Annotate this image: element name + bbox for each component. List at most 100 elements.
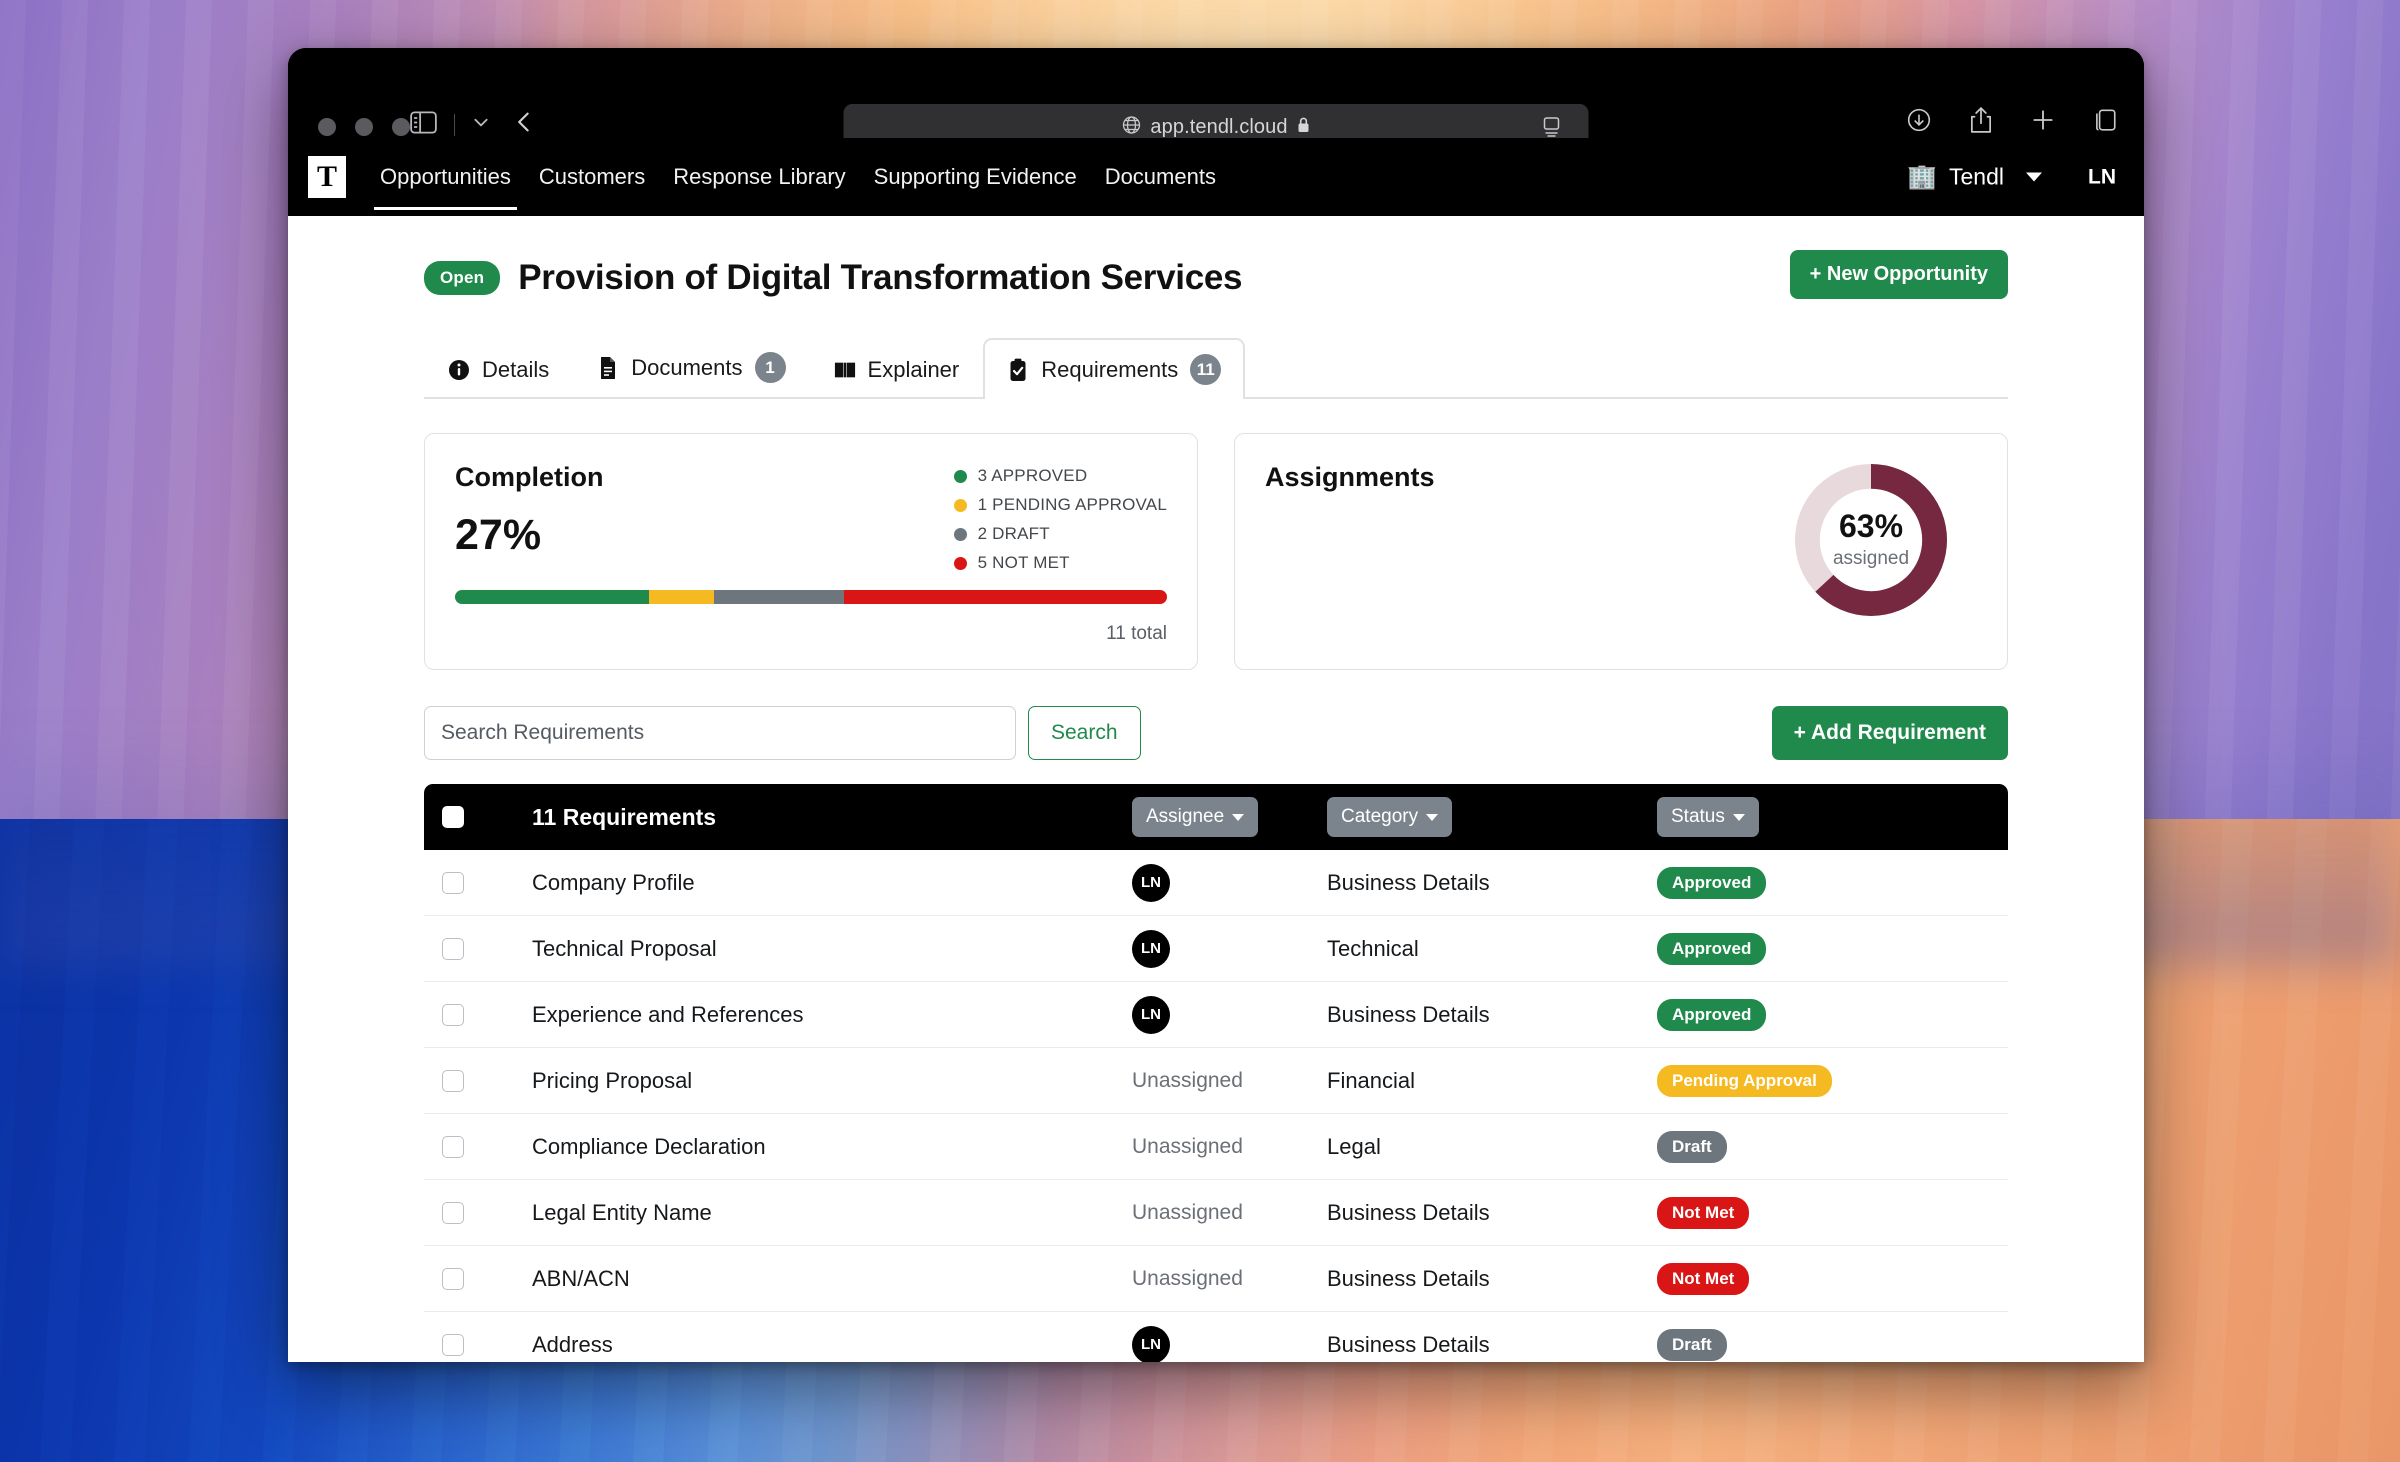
table-row[interactable]: Address LN Business Details Draft [424,1312,2008,1362]
table-row[interactable]: Legal Entity Name Unassigned Business Deta… [424,1180,2008,1246]
nav-link-customers[interactable]: Customers [525,142,659,212]
tab-documents[interactable]: Documents 1 [573,336,809,397]
downloads-icon[interactable] [1906,106,1932,139]
table-row[interactable]: Experience and References LN Business Deta… [424,982,2008,1048]
assignee-cell[interactable]: Unassigned [1132,1069,1327,1093]
category-cell: Business Details [1327,1331,1490,1357]
requirement-name[interactable]: ABN/ACN [532,1266,1132,1292]
legend-label: 1 PENDING APPROVAL [977,495,1167,514]
org-switcher[interactable]: 🏢 Tendl [1907,164,2004,191]
category-cell: Technical [1327,935,1419,961]
status-cell: Approved [1657,932,2008,965]
requirement-name[interactable]: Experience and References [532,1002,1132,1028]
nav-link-supporting-evidence[interactable]: Supporting Evidence [860,142,1091,212]
browser-window: app.tendl.cloud T Opportunities Customer… [288,48,2144,1362]
app-logo[interactable]: T [308,156,346,198]
row-checkbox[interactable] [442,937,464,960]
requirement-name[interactable]: Legal Entity Name [532,1200,1132,1226]
table-row[interactable]: Pricing Proposal Unassigned Financial Pendi… [424,1048,2008,1114]
nav-link-opportunities[interactable]: Opportunities [366,142,525,212]
share-icon[interactable] [1968,106,1994,139]
row-checkbox[interactable] [442,1069,464,1092]
window-traffic-lights[interactable] [318,118,410,136]
row-select-cell [442,1135,532,1158]
table-row[interactable]: Company Profile LN Business Details Approve… [424,850,2008,916]
assignee-cell[interactable]: Unassigned [1132,1267,1327,1291]
status-cell: Not Met [1657,1196,2008,1229]
table-row[interactable]: Technical Proposal LN Technical Approved [424,916,2008,982]
chevron-down-icon [1232,813,1245,821]
assignments-sublabel: assigned [1832,547,1910,569]
requirement-name[interactable]: Address [532,1332,1132,1358]
tab-bar: Details Documents 1 Explainer Requiremen… [424,336,2008,399]
status-cell: Pending Approval [1657,1064,2008,1097]
assignee-filter-button[interactable]: Assignee [1132,797,1259,837]
row-checkbox[interactable] [442,871,464,894]
avatar: LN [1132,929,1170,968]
tab-label: Requirements [1041,356,1179,382]
chevron-down-icon[interactable] [2026,172,2042,182]
toolbar-divider [454,113,455,136]
row-checkbox[interactable] [442,1333,464,1356]
status-filter-button[interactable]: Status [1657,797,1759,837]
completion-legend: 3 APPROVED 1 PENDING APPROVAL 2 DRAFT 5 … [953,466,1167,573]
nav-link-documents[interactable]: Documents [1091,142,1230,212]
select-all-cell [442,806,532,828]
table-row[interactable]: Compliance Declaration Unassigned Legal Dra… [424,1114,2008,1180]
table-body: Company Profile LN Business Details Approve… [424,850,2008,1362]
legend-label: 2 DRAFT [977,524,1050,543]
close-window-button[interactable] [318,118,336,136]
chevron-down-icon[interactable] [472,113,490,136]
assignee-cell[interactable]: LN [1132,863,1327,902]
table-row[interactable]: ABN/ACN Unassigned Business Details Not Met [424,1246,2008,1312]
assignments-card: Assignments 63% assigned [1234,433,2008,670]
assignee-cell[interactable]: LN [1132,1325,1327,1362]
requirement-name[interactable]: Company Profile [532,870,1132,896]
search-button[interactable]: Search [1028,706,1141,760]
row-checkbox[interactable] [442,1267,464,1290]
assignee-cell[interactable]: LN [1132,995,1327,1034]
progress-segment-draft [714,590,844,604]
status-badge: Approved [1657,998,1767,1031]
row-checkbox[interactable] [442,1003,464,1026]
assignee-cell[interactable]: LN [1132,929,1327,968]
minimize-window-button[interactable] [355,118,373,136]
assignee-cell[interactable]: Unassigned [1132,1201,1327,1225]
tab-requirements[interactable]: Requirements 11 [983,338,1246,399]
select-all-checkbox[interactable] [442,806,464,828]
nav-link-response-library[interactable]: Response Library [659,142,859,212]
add-requirement-button[interactable]: + Add Requirement [1771,706,2008,760]
requirement-name[interactable]: Pricing Proposal [532,1068,1132,1094]
avatar: LN [1132,995,1170,1034]
legend-label: 3 APPROVED [977,466,1088,485]
assignee-unassigned-label: Unassigned [1132,1266,1243,1290]
row-select-cell [442,1003,532,1026]
tab-overview-icon[interactable] [2092,106,2118,139]
row-checkbox[interactable] [442,1135,464,1158]
status-badge: Not Met [1657,1196,1750,1229]
reader-view-icon[interactable] [1541,116,1563,138]
tab-details[interactable]: Details [424,341,573,397]
chevron-down-icon [1426,813,1439,821]
tab-explainer[interactable]: Explainer [810,341,984,397]
new-opportunity-button[interactable]: + New Opportunity [1789,250,2008,299]
requirement-name[interactable]: Technical Proposal [532,936,1132,962]
tab-label: Documents [631,354,743,380]
table-header-title: 11 Requirements [532,803,717,830]
back-icon[interactable] [501,110,535,139]
search-input[interactable] [424,706,1016,760]
assignee-cell[interactable]: Unassigned [1132,1135,1327,1159]
sidebar-toggle-icon[interactable] [410,110,437,139]
row-checkbox[interactable] [442,1201,464,1224]
browser-toolbar: app.tendl.cloud [288,48,2144,150]
user-avatar-initials[interactable]: LN [2088,165,2116,189]
requirement-name[interactable]: Compliance Declaration [532,1134,1132,1160]
row-select-cell [442,1201,532,1224]
row-select-cell [442,937,532,960]
assignee-unassigned-label: Unassigned [1132,1200,1243,1224]
new-tab-icon[interactable] [2030,106,2056,139]
category-filter-cell: Category [1327,797,1657,837]
category-filter-button[interactable]: Category [1327,797,1453,837]
maximize-window-button[interactable] [392,118,410,136]
category-cell: Business Details [1327,1265,1490,1291]
